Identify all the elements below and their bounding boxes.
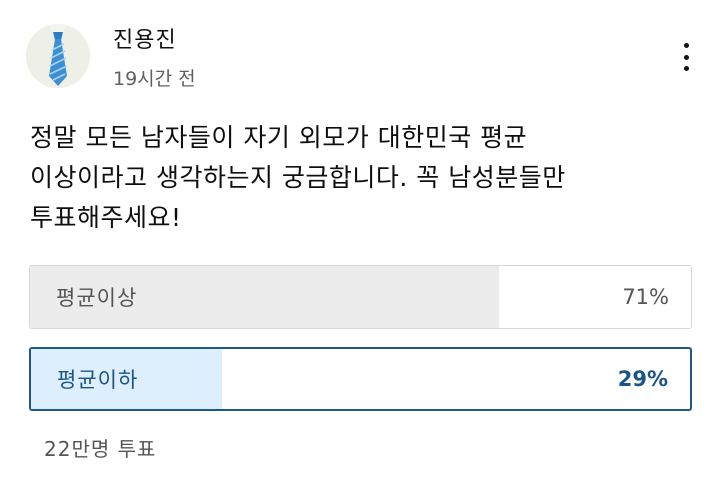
more-options-button[interactable] [672,40,700,74]
avatar[interactable] [26,24,90,88]
poll-option-percent: 29% [617,367,668,391]
poll-option-below-average[interactable]: 평균이하 29% [29,347,692,411]
post-time: 19시간 전 [113,68,196,90]
post-text-line: 투표해주세요! [30,203,182,232]
more-vert-icon-dot [683,54,689,60]
post-text-line: 이상이라고 생각하는지 궁금합니다. 꼭 남성분들만 [30,163,566,192]
community-post: 진용진 19시간 전 정말 모든 남자들이 자기 외모가 대한민국 평균 이상이… [0,0,720,488]
poll-option-above-average[interactable]: 평균이상 71% [29,265,692,329]
poll-option-percent: 71% [622,285,669,309]
author-name[interactable]: 진용진 [113,22,177,54]
more-vert-icon [683,43,689,48]
post-text-line: 정말 모든 남자들이 자기 외모가 대한민국 평균 [30,123,528,152]
necktie-icon [26,24,90,88]
poll-option-label: 평균이하 [57,368,139,392]
poll-option-label: 평균이상 [56,286,138,310]
more-vert-icon-dot [683,66,689,71]
post-text: 정말 모든 남자들이 자기 외모가 대한민국 평균 이상이라고 생각하는지 궁금… [30,118,690,238]
vote-count: 22만명 투표 [44,437,157,461]
